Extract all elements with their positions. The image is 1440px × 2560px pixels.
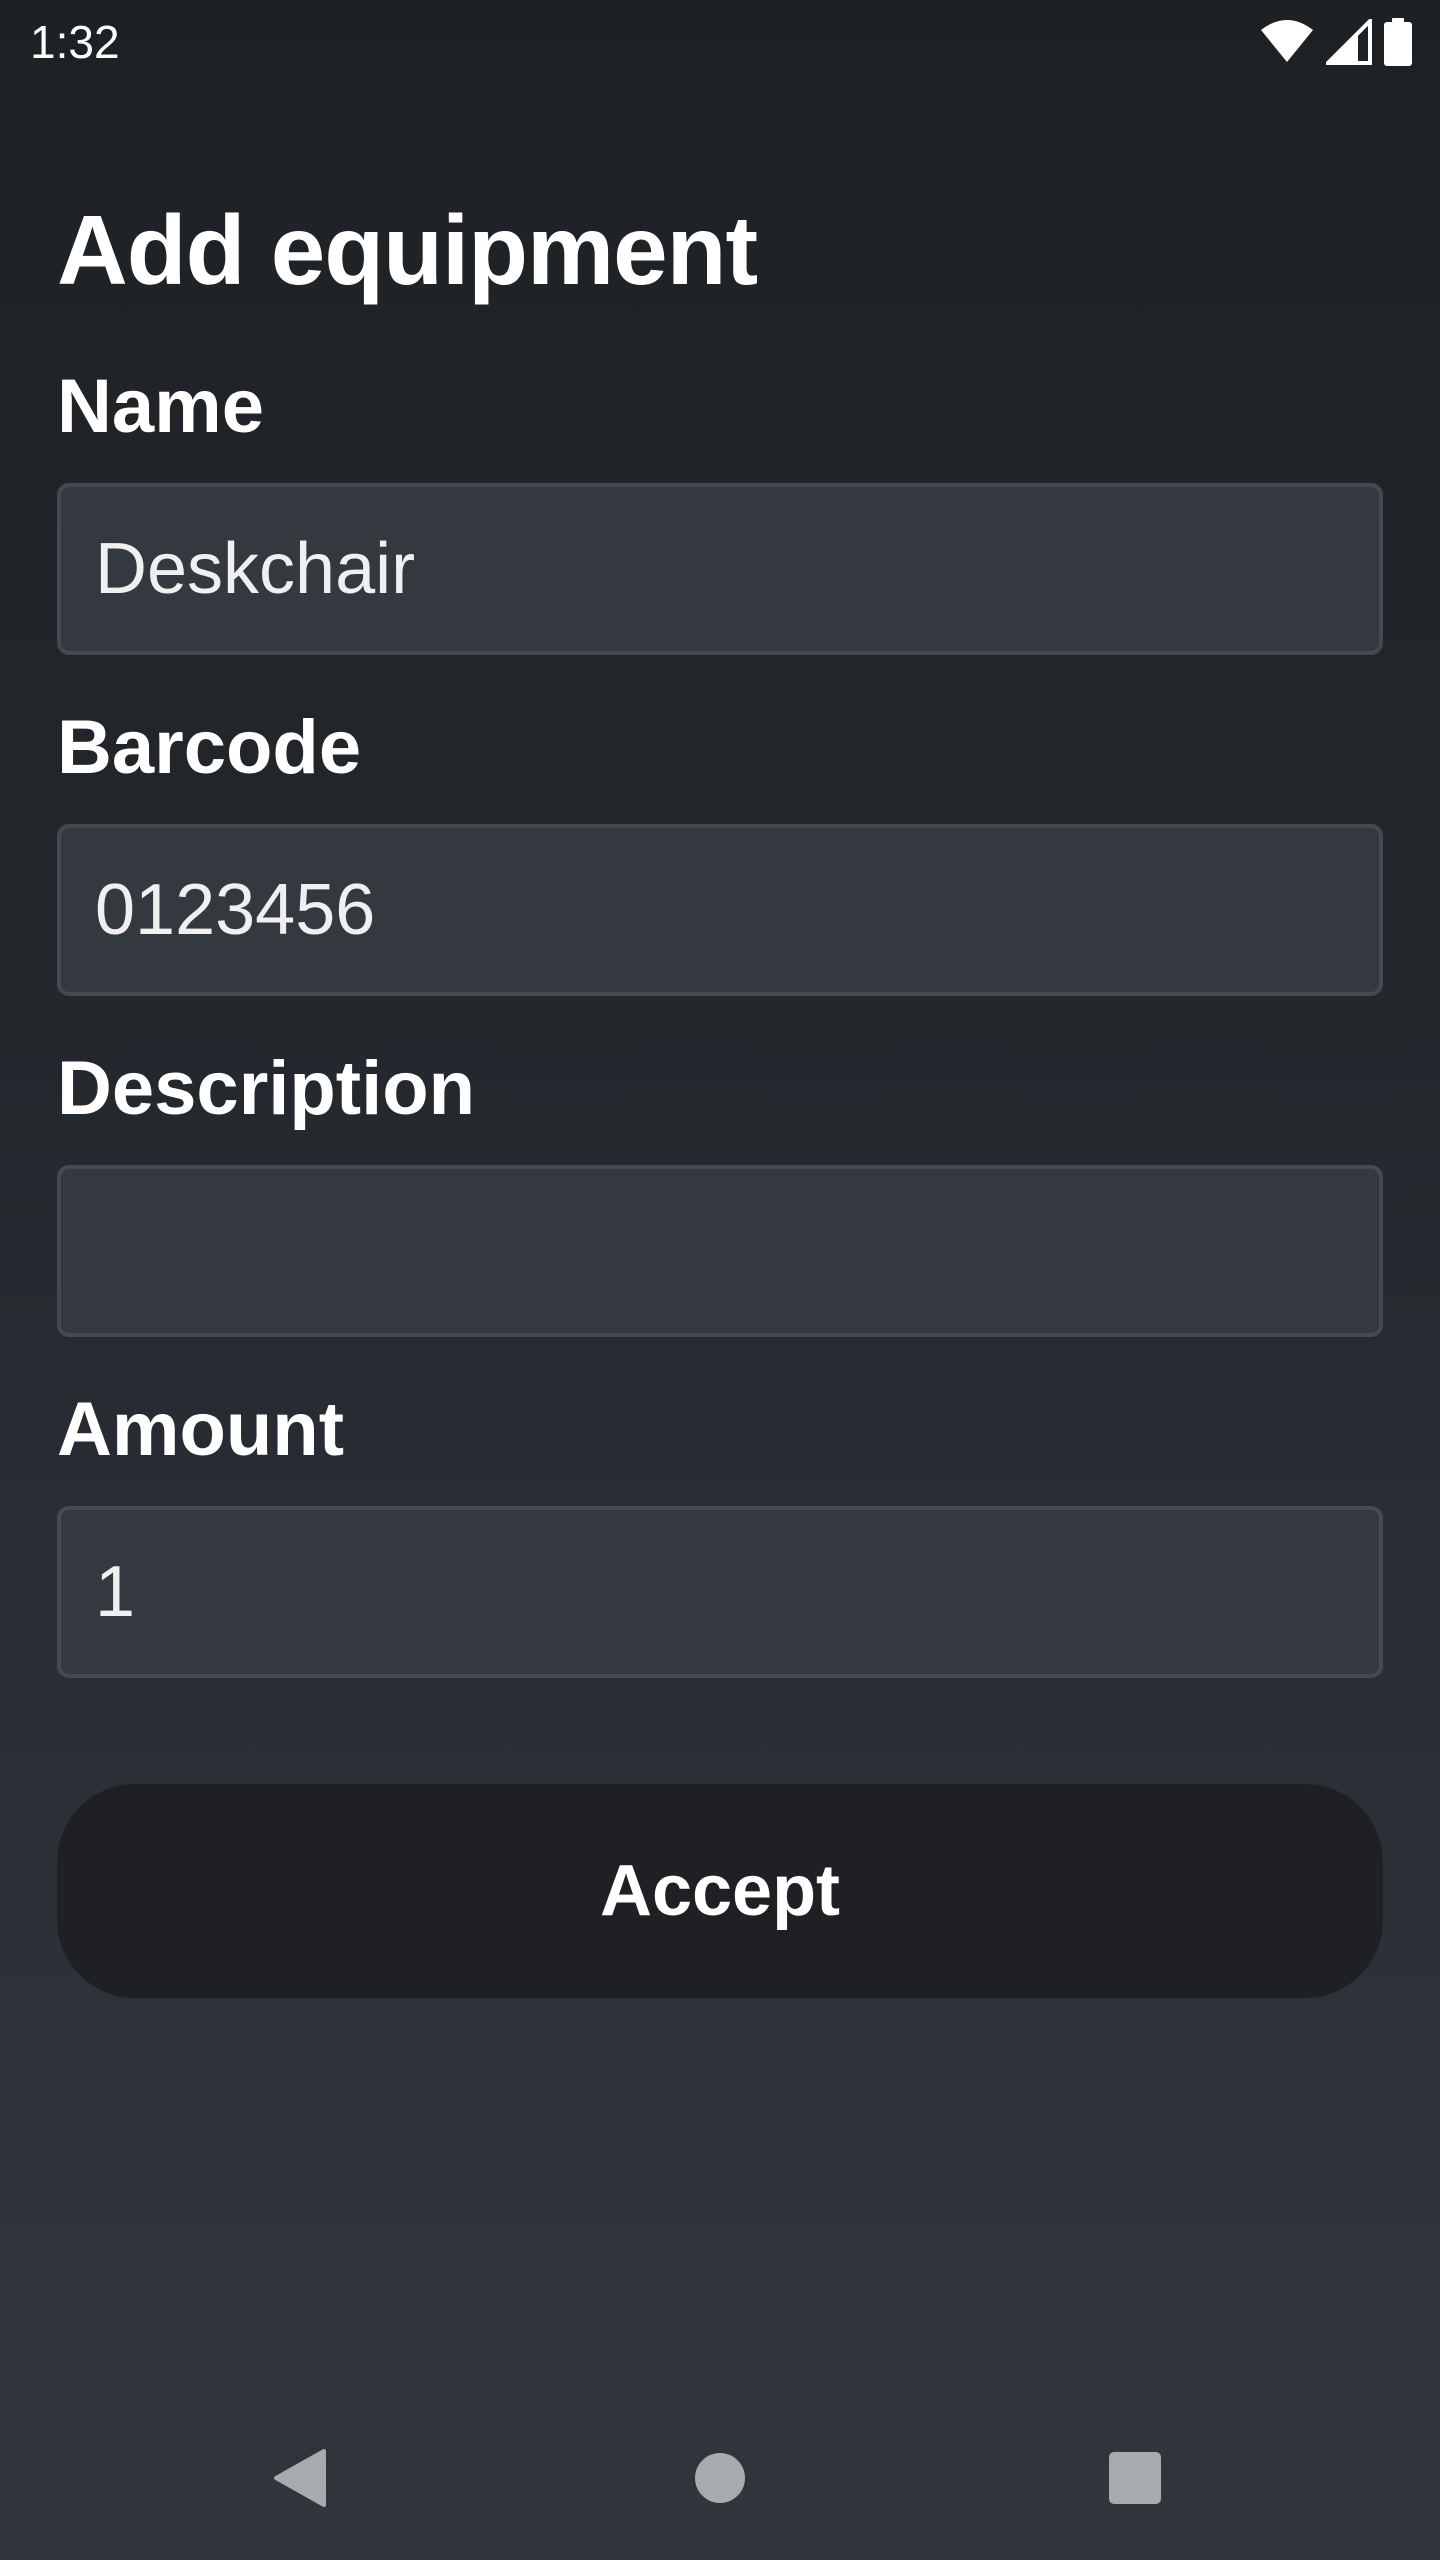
description-label: Description: [57, 1046, 476, 1131]
accept-button[interactable]: Accept: [57, 1784, 1383, 1998]
status-icons: [1260, 18, 1412, 66]
home-icon: [694, 2452, 746, 2509]
status-time: 1:32: [30, 16, 120, 68]
page-title: Add equipment: [57, 195, 758, 305]
back-icon: [272, 2447, 328, 2514]
name-label: Name: [57, 364, 264, 449]
barcode-label: Barcode: [57, 705, 362, 790]
amount-input[interactable]: 1: [57, 1506, 1383, 1678]
name-input[interactable]: Deskchair: [57, 483, 1383, 655]
status-bar: 1:32: [0, 0, 1440, 84]
recents-icon: [1108, 2451, 1162, 2510]
battery-icon: [1384, 18, 1412, 66]
cellular-signal-icon: [1326, 19, 1372, 65]
wifi-icon: [1260, 20, 1314, 64]
home-button[interactable]: [680, 2440, 760, 2520]
amount-label: Amount: [57, 1387, 345, 1472]
description-input[interactable]: [57, 1165, 1383, 1337]
barcode-input[interactable]: 0123456: [57, 824, 1383, 996]
recents-button[interactable]: [1095, 2440, 1175, 2520]
navigation-bar: [0, 2400, 1440, 2560]
back-button[interactable]: [260, 2440, 340, 2520]
